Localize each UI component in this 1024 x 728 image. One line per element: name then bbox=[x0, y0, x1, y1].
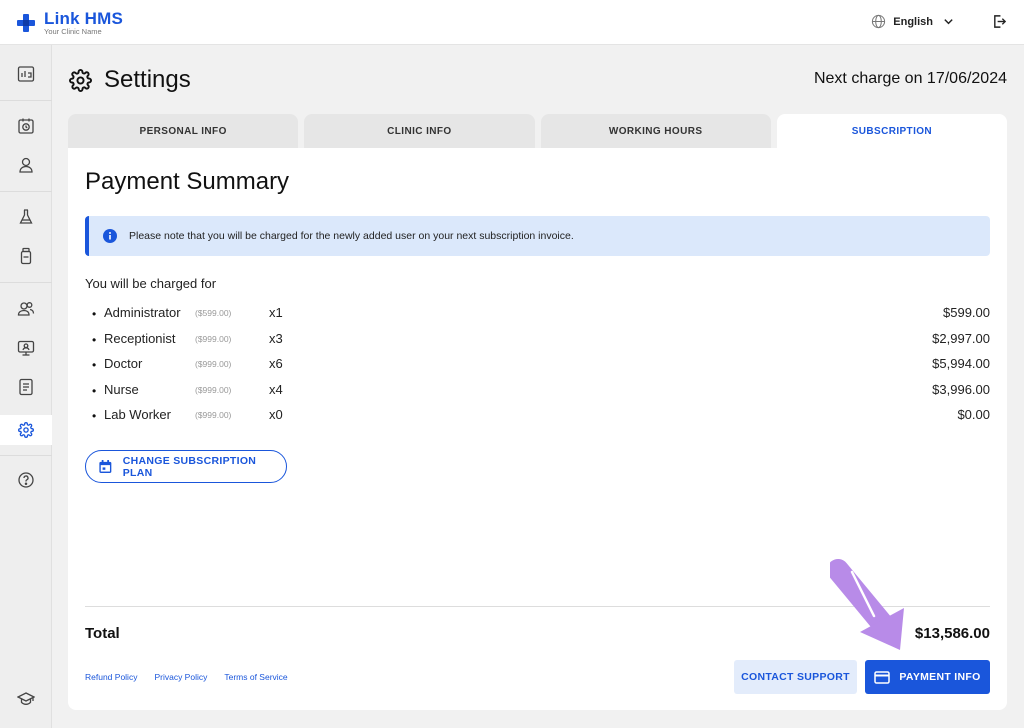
quantity: x4 bbox=[269, 381, 283, 397]
quantity: x3 bbox=[269, 330, 283, 346]
total-label: Total bbox=[85, 625, 120, 642]
payment-info-label: PAYMENT INFO bbox=[899, 671, 981, 683]
tab-working-hours[interactable]: WORKING HOURS bbox=[540, 114, 771, 148]
app-name: Link HMS bbox=[44, 9, 124, 28]
line-amount: $5,994.00 bbox=[932, 356, 990, 372]
alert-message: Please note that you will be charged for… bbox=[129, 230, 574, 242]
line-amount: $599.00 bbox=[943, 305, 990, 320]
next-charge-date: Next charge on 17/06/2024 bbox=[813, 70, 1007, 87]
line-amount: $3,996.00 bbox=[932, 381, 990, 397]
globe-icon bbox=[872, 14, 886, 29]
sidebar-item-lab[interactable] bbox=[16, 207, 36, 227]
payment-summary-title: Payment Summary bbox=[85, 168, 290, 195]
monitor-icon bbox=[17, 340, 35, 356]
privacy-policy-link[interactable]: Privacy Policy bbox=[154, 672, 207, 682]
charge-line-lab-worker: • Lab Worker ($999.00) x0 $0.00 bbox=[85, 407, 990, 433]
sidebar-item-monitor[interactable] bbox=[16, 338, 36, 358]
charge-line-administrator: • Administrator ($599.00) x1 $599.00 bbox=[85, 305, 990, 331]
sidebar-item-patients[interactable] bbox=[16, 155, 36, 175]
tab-personal-info[interactable]: PERSONAL INFO bbox=[68, 114, 299, 148]
credit-card-icon bbox=[874, 670, 891, 684]
role-name: Lab Worker bbox=[104, 407, 171, 423]
quantity: x6 bbox=[269, 356, 283, 372]
role-name: Receptionist bbox=[104, 330, 176, 346]
sidebar-divider bbox=[0, 282, 52, 283]
unit-price: ($599.00) bbox=[195, 308, 232, 318]
sidebar-item-reports[interactable] bbox=[16, 377, 36, 397]
sidebar-item-help[interactable] bbox=[16, 470, 36, 490]
language-selector[interactable]: English bbox=[871, 14, 954, 29]
charged-for-label: You will be charged for bbox=[85, 276, 217, 291]
role-name: Doctor bbox=[104, 356, 143, 372]
unit-price: ($999.00) bbox=[195, 384, 232, 395]
role-name: Administrator bbox=[104, 305, 181, 320]
gear-icon bbox=[69, 68, 92, 92]
info-icon bbox=[103, 229, 117, 243]
flask-icon bbox=[19, 209, 33, 224]
bullet: • bbox=[92, 332, 97, 347]
sidebar-item-staff[interactable] bbox=[16, 299, 36, 319]
logo-cross-icon bbox=[17, 14, 35, 32]
line-amount: $2,997.00 bbox=[932, 330, 990, 346]
unit-price: ($999.00) bbox=[195, 359, 232, 370]
refund-policy-link[interactable]: Refund Policy bbox=[85, 672, 137, 682]
charge-line-receptionist: • Receptionist ($999.00) x3 $2,997.00 bbox=[85, 331, 990, 357]
page-header: Settings bbox=[69, 66, 191, 94]
change-subscription-plan-button[interactable]: CHANGE SUBSCRIPTION PLAN bbox=[85, 450, 287, 483]
page-title: Settings bbox=[104, 66, 191, 93]
unit-price: ($999.00) bbox=[195, 410, 232, 421]
sidebar-divider bbox=[0, 455, 52, 456]
change-subscription-plan-label: CHANGE SUBSCRIPTION PLAN bbox=[122, 454, 257, 479]
line-amount: $0.00 bbox=[957, 407, 990, 423]
users-icon bbox=[17, 302, 35, 316]
graduation-cap-icon bbox=[17, 692, 35, 705]
bullet: • bbox=[92, 358, 97, 373]
sidebar-item-pharmacy[interactable] bbox=[16, 246, 36, 266]
tab-subscription[interactable]: SUBSCRIPTION bbox=[776, 114, 1007, 148]
sidebar-item-education[interactable] bbox=[16, 689, 36, 709]
help-icon bbox=[18, 472, 34, 488]
bullet: • bbox=[92, 409, 97, 424]
quantity: x1 bbox=[269, 305, 283, 320]
person-icon bbox=[19, 157, 33, 173]
contact-support-button[interactable]: CONTACT SUPPORT bbox=[734, 660, 857, 694]
settings-tabs: PERSONAL INFO CLINIC INFO WORKING HOURS … bbox=[68, 114, 1007, 148]
terms-of-service-link[interactable]: Terms of Service bbox=[224, 672, 287, 682]
bottle-icon bbox=[20, 247, 32, 265]
sidebar-divider bbox=[0, 191, 52, 192]
total-value: $13,586.00 bbox=[914, 625, 990, 642]
footer-links: Refund Policy Privacy Policy Terms of Se… bbox=[85, 672, 288, 682]
app-logo[interactable]: Link HMS Your Clinic Name bbox=[16, 10, 123, 36]
unit-price: ($999.00) bbox=[195, 333, 232, 344]
document-icon bbox=[19, 378, 33, 396]
annotation-arrow-icon bbox=[830, 559, 904, 650]
sidebar-item-appointments[interactable] bbox=[16, 116, 36, 136]
quantity: x0 bbox=[269, 407, 283, 423]
bullet: • bbox=[92, 307, 97, 321]
language-label: English bbox=[893, 15, 933, 28]
charge-line-nurse: • Nurse ($999.00) x4 $3,996.00 bbox=[85, 382, 990, 408]
bullet: • bbox=[92, 383, 97, 398]
sidebar-divider bbox=[0, 100, 52, 101]
info-alert: Please note that you will be charged for… bbox=[85, 216, 990, 256]
sidebar bbox=[0, 45, 52, 728]
gear-icon bbox=[18, 422, 34, 438]
calendar-clock-icon bbox=[18, 118, 34, 134]
tab-clinic-info[interactable]: CLINIC INFO bbox=[304, 114, 535, 148]
charge-line-doctor: • Doctor ($999.00) x6 $5,994.00 bbox=[85, 356, 990, 382]
payment-info-button[interactable]: PAYMENT INFO bbox=[865, 660, 990, 694]
calendar-icon bbox=[99, 460, 112, 473]
sidebar-item-dashboard[interactable] bbox=[16, 64, 36, 84]
charge-list: • Administrator ($599.00) x1 $599.00 • R… bbox=[85, 305, 990, 433]
logout-icon[interactable] bbox=[992, 14, 1007, 29]
sidebar-item-settings[interactable] bbox=[16, 420, 36, 440]
app-subtitle: Your Clinic Name bbox=[44, 27, 102, 36]
top-bar: Link HMS Your Clinic Name English bbox=[0, 0, 1024, 45]
chevron-down-icon bbox=[944, 19, 953, 25]
chart-icon bbox=[17, 66, 35, 82]
role-name: Nurse bbox=[104, 381, 139, 397]
